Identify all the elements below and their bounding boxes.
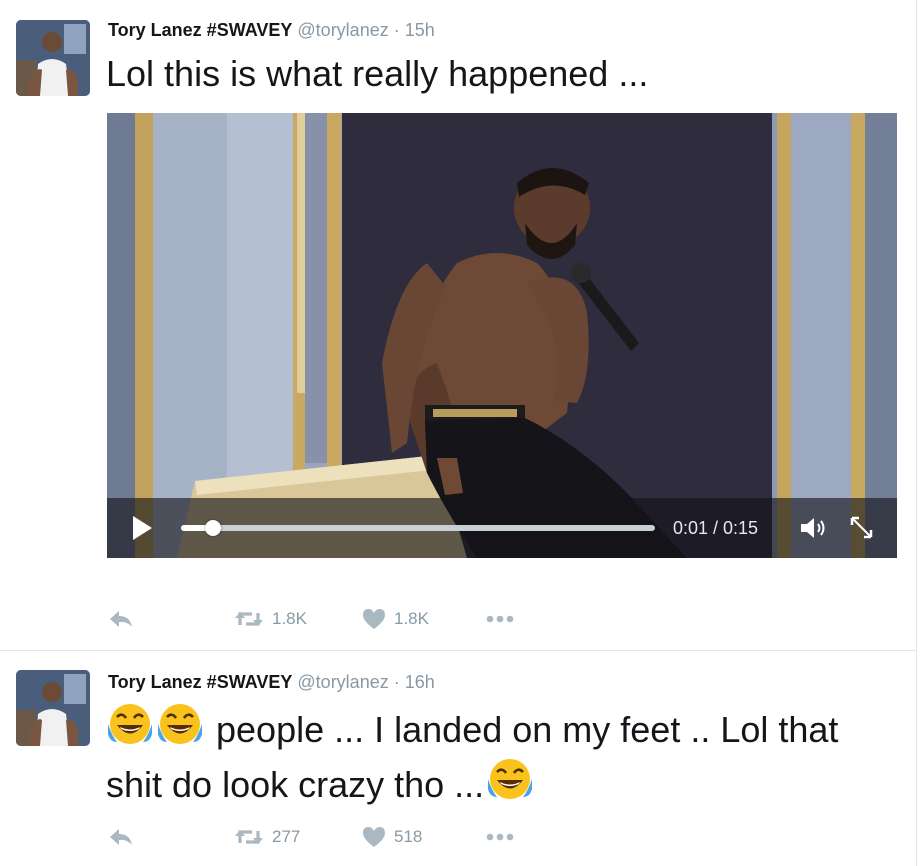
reply-icon [110, 611, 132, 627]
seek-bar[interactable] [181, 520, 655, 536]
heart-icon [363, 609, 385, 629]
tweet-text-body: people ... I landed on my feet .. Lol th… [106, 709, 839, 805]
more-icon [486, 833, 514, 841]
like-count: 1.8K [394, 609, 429, 628]
tweet-text: people ... I landed on my feet .. Lol th… [106, 702, 896, 812]
like-button[interactable]: 518 [362, 822, 422, 852]
avatar[interactable] [16, 20, 90, 96]
avatar[interactable] [16, 670, 90, 746]
tweet-header: Tory Lanez #SWAVEY @torylanez · 16h [108, 672, 435, 693]
more-icon [486, 615, 514, 623]
retweet-count: 1.8K [272, 609, 307, 628]
tweet-header: Tory Lanez #SWAVEY @torylanez · 15h [108, 20, 435, 41]
play-icon[interactable] [131, 515, 153, 541]
volume-icon[interactable] [799, 516, 829, 540]
tears-of-joy-emoji-icon [108, 704, 152, 744]
retweet-icon [235, 612, 263, 626]
retweet-icon [235, 830, 263, 844]
author-handle[interactable]: @torylanez [297, 20, 388, 40]
reply-icon [110, 829, 132, 845]
more-button[interactable] [485, 822, 515, 852]
timestamp[interactable]: 16h [405, 672, 435, 692]
reply-button[interactable] [108, 604, 134, 634]
tweet-text: Lol this is what really happened ... [106, 53, 649, 94]
author-name[interactable]: Tory Lanez #SWAVEY [108, 20, 292, 40]
reply-button[interactable] [108, 822, 134, 852]
like-button[interactable]: 1.8K [362, 604, 429, 634]
more-button[interactable] [485, 604, 515, 634]
retweet-count: 277 [272, 827, 301, 846]
video-controls: 0:01 / 0:15 [107, 498, 897, 558]
heart-icon [363, 827, 385, 847]
expand-icon[interactable] [849, 515, 875, 541]
retweet-button[interactable]: 277 [234, 822, 300, 852]
like-count: 518 [394, 827, 423, 846]
timeline-border [916, 0, 917, 866]
retweet-button[interactable]: 1.8K [234, 604, 307, 634]
tears-of-joy-emoji-icon [488, 759, 533, 799]
author-handle[interactable]: @torylanez [297, 672, 388, 692]
video-frame[interactable] [107, 113, 897, 558]
video-player[interactable]: 0:01 / 0:15 [107, 113, 897, 558]
separator: · [393, 672, 400, 692]
tweet[interactable]: Tory Lanez #SWAVEY @torylanez · 15h Lol … [0, 0, 916, 651]
timestamp[interactable]: 15h [405, 20, 435, 40]
separator: · [393, 20, 400, 40]
seek-handle[interactable] [204, 520, 221, 536]
tweet[interactable]: Tory Lanez #SWAVEY @torylanez · 16h peop… [0, 652, 916, 866]
time-readout: 0:01 / 0:15 [673, 518, 759, 538]
tears-of-joy-emoji-icon [158, 704, 202, 744]
author-name[interactable]: Tory Lanez #SWAVEY [108, 672, 292, 692]
